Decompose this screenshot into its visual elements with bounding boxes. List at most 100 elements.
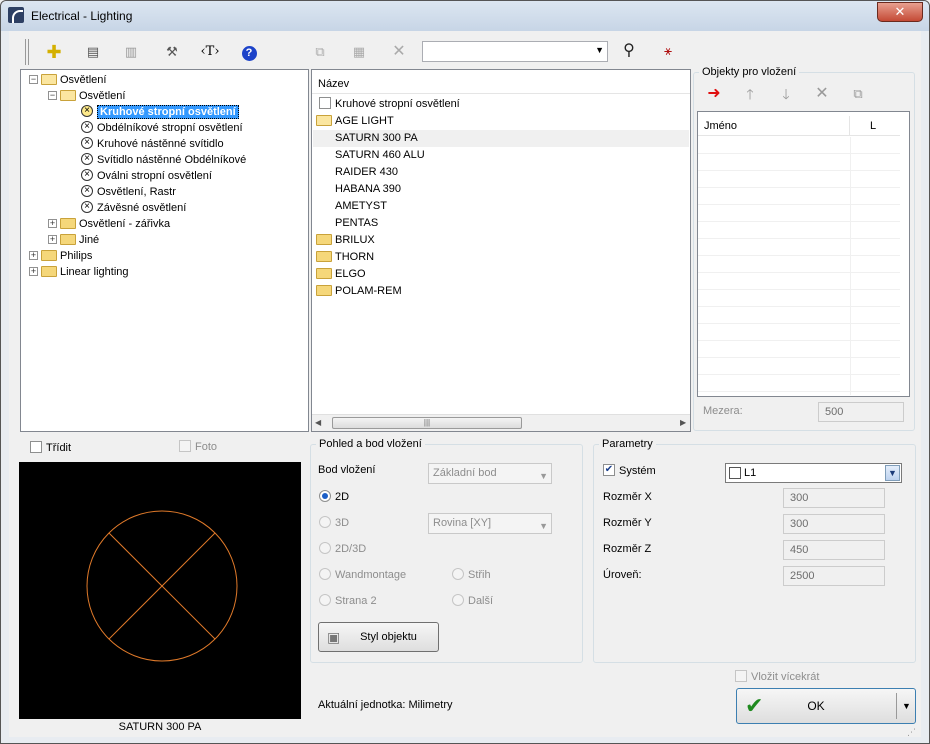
help-icon[interactable]: ?	[238, 41, 260, 63]
close-button[interactable]: ✕	[877, 2, 923, 22]
object-style-button[interactable]: ▣ Styl objektu	[318, 622, 439, 652]
scroll-thumb[interactable]: |||	[332, 417, 522, 429]
tree-node[interactable]: × Osvětlení, Rastr	[81, 184, 176, 200]
list-item[interactable]: SATURN 300 PA	[313, 130, 689, 147]
list-header[interactable]: Název	[312, 74, 690, 94]
param-field[interactable]: 2500	[783, 566, 885, 586]
search-combo[interactable]: ▼	[422, 41, 608, 62]
expand-icon[interactable]: +	[48, 234, 57, 244]
delete-icon[interactable]: ✕	[388, 41, 410, 63]
tree-node[interactable]: × Obdélníkové stropní osvětlení	[81, 120, 243, 136]
param-field[interactable]: 300	[783, 488, 885, 508]
param-field[interactable]: 300	[783, 514, 885, 534]
list-item[interactable]: AGE LIGHT	[313, 113, 689, 130]
list-item[interactable]: THORN	[313, 249, 689, 266]
tree-node[interactable]: + Linear lighting	[29, 264, 129, 280]
radio-2d[interactable]: 2D	[319, 490, 349, 503]
list-item[interactable]: Kruhové stropní osvětlení	[313, 96, 689, 113]
tree-node[interactable]: − Osvětlení	[48, 88, 125, 104]
ok-dropdown-icon[interactable]: ▼	[896, 693, 916, 719]
chevron-down-icon[interactable]: ▼	[539, 467, 548, 486]
product-list[interactable]: Název Kruhové stropní osvětlení AGE LIGHT…	[311, 69, 691, 432]
collapse-icon[interactable]: −	[29, 74, 38, 84]
list-item[interactable]: RAIDER 430	[313, 164, 689, 181]
tree-node[interactable]: × Závěsné osvětlení	[81, 200, 186, 216]
radio-2d3d-dot[interactable]	[319, 542, 331, 555]
sort-check-box[interactable]	[30, 441, 42, 454]
add-icon[interactable]: ✚	[43, 41, 65, 63]
item-checkbox[interactable]	[319, 97, 331, 110]
tree-node[interactable]: × Kruhové stropní osvětlení	[81, 104, 239, 120]
system-check-box[interactable]: ✔	[603, 464, 615, 477]
list-item[interactable]: PENTAS	[313, 215, 689, 232]
collapse-icon[interactable]: −	[48, 90, 57, 100]
radio-3d-dot[interactable]	[319, 516, 331, 529]
remove-icon[interactable]: ✕	[811, 83, 833, 105]
chevron-down-icon[interactable]: ▼	[539, 517, 548, 536]
list-item[interactable]: HABANA 390	[313, 181, 689, 198]
arrow-right-icon[interactable]: ➜	[703, 83, 725, 105]
radio-strana-dot[interactable]	[319, 594, 331, 607]
list-item[interactable]: BRILUX	[313, 232, 689, 249]
radio-dalsi[interactable]: Další	[452, 594, 493, 607]
scroll-left-icon[interactable]: ◀	[315, 418, 321, 427]
radio-wandmontage[interactable]: Wandmontage	[319, 568, 406, 581]
scroll-right-icon[interactable]: ▶	[680, 418, 686, 427]
insert-point-select[interactable]: Základní bod ▼	[428, 463, 552, 484]
radio-3d[interactable]: 3D	[319, 516, 349, 529]
radio-strih[interactable]: Střih	[452, 568, 491, 581]
list-edit-icon[interactable]: ▦	[348, 41, 370, 63]
tree-node[interactable]: × Svítidlo nástěnné Obdélníkové	[81, 152, 246, 168]
photo-check-box[interactable]	[179, 440, 191, 453]
category-tree[interactable]: − Osvětlení − Osvětlení × Kruhové stropní osv…	[20, 69, 309, 432]
search-icon[interactable]: ⚲	[618, 40, 640, 62]
plane-select[interactable]: Rovina [XY] ▼	[428, 513, 552, 534]
insert-multiple-box[interactable]	[735, 670, 747, 683]
chevron-down-icon[interactable]: ▼	[885, 465, 900, 481]
tree-node[interactable]: + Philips	[29, 248, 92, 264]
resize-grip-icon[interactable]: ⋰	[907, 727, 916, 738]
tools-icon[interactable]: ⚒	[161, 41, 183, 63]
expand-icon[interactable]: +	[29, 250, 38, 260]
toolbar-grip[interactable]	[25, 39, 29, 65]
radio-strana-2[interactable]: Strana 2	[319, 594, 377, 607]
system-checkbox[interactable]: ✔ Systém	[603, 464, 656, 477]
col-l-header[interactable]: L	[850, 116, 900, 136]
col-name-header[interactable]: Jméno	[698, 116, 850, 136]
photo-checkbox[interactable]: Foto	[179, 440, 217, 453]
find-icon[interactable]: ⚹	[657, 40, 679, 62]
properties-icon[interactable]: ▤	[82, 41, 104, 63]
sort-checkbox[interactable]: Třídit	[30, 441, 71, 454]
duplicate-icon[interactable]: ⧉	[847, 83, 869, 105]
document-icon[interactable]: ▥	[120, 41, 142, 63]
insert-objects-table[interactable]: Jméno L	[697, 111, 910, 397]
insert-multiple-checkbox[interactable]: Vložit vícekrát	[735, 670, 819, 683]
radio-wand-dot[interactable]	[319, 568, 331, 581]
tree-node[interactable]: × Kruhové nástěnné svítidlo	[81, 136, 224, 152]
system-select[interactable]: L1 ▼	[725, 463, 902, 483]
radio-dalsi-dot[interactable]	[452, 594, 464, 607]
param-field[interactable]: 450	[783, 540, 885, 560]
arrow-down-icon[interactable]: 🡓	[775, 83, 797, 105]
horizontal-scrollbar[interactable]: ◀ ||| ▶	[312, 414, 690, 431]
radio-2d3d[interactable]: 2D/3D	[319, 542, 366, 555]
tree-node[interactable]: + Osvětlení - zářivka	[48, 216, 170, 232]
list-item[interactable]: SATURN 460 ALU	[313, 147, 689, 164]
ok-button[interactable]: ✔ OK ▼	[736, 688, 916, 724]
tree-node[interactable]: × Oválni stropní osvětlení	[81, 168, 212, 184]
tree-node[interactable]: − Osvětlení	[29, 72, 106, 88]
list-item[interactable]: POLAM-REM	[313, 283, 689, 300]
radio-2d-dot[interactable]	[319, 490, 331, 503]
expand-icon[interactable]: +	[29, 266, 38, 276]
text-tag-icon[interactable]: ‹T›	[199, 41, 221, 63]
tree-node[interactable]: + Jiné	[48, 232, 99, 248]
radio-strih-dot[interactable]	[452, 568, 464, 581]
gap-field[interactable]: 500	[818, 402, 904, 422]
list-item[interactable]: ELGO	[313, 266, 689, 283]
list-item[interactable]: AMETYST	[313, 198, 689, 215]
arrow-up-icon[interactable]: 🡑	[739, 83, 761, 105]
copy-icon[interactable]: ⧉	[309, 41, 331, 63]
ok-label: OK	[807, 699, 825, 713]
expand-icon[interactable]: +	[48, 218, 57, 228]
chevron-down-icon[interactable]: ▼	[595, 45, 604, 55]
